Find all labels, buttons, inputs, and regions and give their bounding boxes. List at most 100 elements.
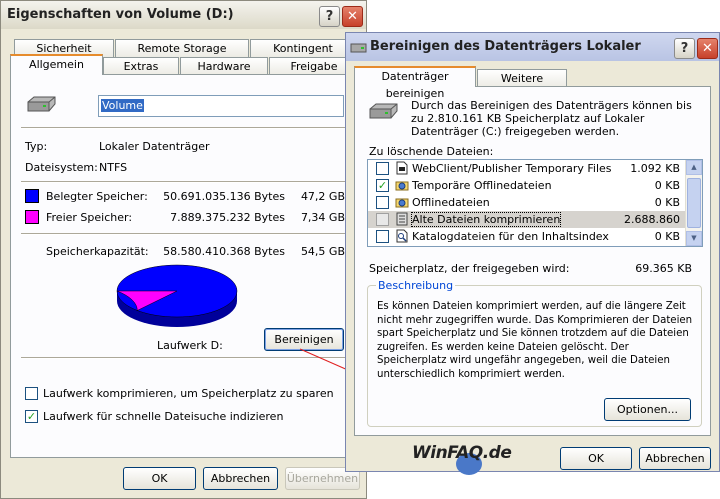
options-button[interactable]: Optionen...: [604, 398, 691, 421]
tab-label: Extras: [123, 60, 159, 73]
help-button[interactable]: ?: [319, 6, 340, 27]
help-button[interactable]: ?: [674, 38, 695, 59]
tab-label: Freigabe: [290, 60, 338, 73]
item-checkbox[interactable]: ✓: [376, 179, 389, 192]
tab-datentraeger-bereinigen[interactable]: Datenträger bereinigen: [354, 66, 476, 100]
divider: [21, 357, 349, 359]
offline-folder-icon: [395, 181, 409, 191]
volume-name-text: Volume: [101, 99, 144, 112]
cleanup-panel: Durch das Bereinigen des Datenträgers kö…: [354, 86, 711, 436]
drive-icon: [369, 103, 398, 119]
properties-title: Eigenschaften von Volume (D:): [7, 7, 234, 22]
tab-label: Hardware: [197, 60, 251, 73]
compress-checkbox[interactable]: [25, 387, 38, 400]
cancel-label: Abbrechen: [210, 472, 271, 485]
free-gb: 7,34 GB: [300, 211, 345, 224]
tab-weitere-optionen[interactable]: Weitere Optionen: [477, 69, 567, 102]
compress-icon: [396, 212, 408, 226]
divider: [21, 181, 349, 183]
cancel-label: Abbrechen: [645, 452, 705, 465]
cancel-button[interactable]: Abbrechen: [639, 447, 711, 470]
free-color-swatch: [25, 210, 39, 224]
compress-checkbox-label[interactable]: Laufwerk komprimieren, um Speicherplatz …: [43, 387, 334, 400]
item-checkbox[interactable]: [376, 213, 389, 226]
tab-label: Remote Storage: [137, 42, 227, 55]
general-panel: Volume Typ: Lokaler Datenträger Dateisys…: [10, 74, 358, 458]
properties-titlebar[interactable]: Eigenschaften von Volume (D:): [1, 1, 366, 29]
options-button-label: Optionen...: [617, 403, 678, 416]
cleanup-button-label: Bereinigen: [274, 333, 334, 346]
ok-label: OK: [588, 452, 604, 465]
tab-hardware[interactable]: Hardware: [180, 57, 268, 75]
type-label: Typ:: [25, 140, 48, 153]
close-button[interactable]: ✕: [342, 6, 363, 27]
drive-label: Laufwerk D:: [157, 339, 223, 352]
list-item[interactable]: WebClient/Publisher Temporary Files 1.09…: [368, 160, 686, 177]
volume-name-input[interactable]: Volume: [98, 95, 344, 117]
cleanup-window: Bereinigen des Datenträgers Lokaler Date…: [345, 32, 720, 475]
index-checkbox[interactable]: ✓: [25, 410, 38, 423]
ok-button[interactable]: OK: [560, 447, 632, 470]
item-name: Katalogdateien für den Inhaltsindex: [412, 230, 609, 243]
capacity-label: Speicherkapazität:: [46, 245, 149, 258]
ok-label: OK: [151, 472, 168, 485]
search-file-icon: [396, 229, 408, 243]
scroll-up-arrow[interactable]: ▲: [686, 160, 702, 175]
cancel-button[interactable]: Abbrechen: [203, 467, 278, 490]
item-size: 0 KB: [654, 230, 680, 243]
item-checkbox[interactable]: [376, 196, 389, 209]
space-gain-label: Speicherplatz, der freigegeben wird:: [369, 262, 570, 275]
description-title: Beschreibung: [376, 279, 456, 292]
item-checkbox[interactable]: [376, 230, 389, 243]
disk-cleanup-icon: [350, 43, 367, 53]
list-item[interactable]: ✓ Temporäre Offlinedateien 0 KB: [368, 177, 686, 194]
list-item[interactable]: Alte Dateien komprimieren 2.688.860: [368, 211, 686, 228]
tab-remote-storage[interactable]: Remote Storage: [115, 39, 249, 57]
tab-allgemein[interactable]: Allgemein: [10, 54, 103, 75]
apply-label: Übernehmen: [286, 472, 359, 485]
cleanup-titlebar[interactable]: Bereinigen des Datenträgers Lokaler Date…: [346, 33, 719, 82]
item-name: Offlinedateien: [412, 196, 490, 209]
winfaq-logo: WinFAQ.de: [412, 443, 542, 477]
item-checkbox[interactable]: [376, 162, 389, 175]
cleanup-button[interactable]: Bereinigen: [264, 328, 344, 351]
filesystem-value: NTFS: [99, 161, 128, 174]
item-name: Temporäre Offlinedateien: [412, 179, 552, 192]
drive-icon: [27, 96, 56, 112]
list-item[interactable]: Katalogdateien für den Inhaltsindex 0 KB: [368, 228, 686, 245]
divider: [21, 233, 349, 235]
tab-label: Kontingent: [273, 42, 333, 55]
description-text: Es können Dateien komprimiert werden, au…: [377, 301, 693, 380]
used-bytes: 50.691.035.136 Bytes: [163, 190, 285, 203]
list-item[interactable]: Offlinedateien 0 KB: [368, 194, 686, 211]
offline-folder-icon: [395, 198, 409, 208]
scroll-thumb[interactable]: [687, 178, 701, 228]
free-label: Freier Speicher:: [46, 211, 133, 224]
tab-label: Datenträger bereinigen: [381, 70, 449, 100]
tab-extras[interactable]: Extras: [103, 57, 179, 75]
item-name: Alte Dateien komprimieren: [410, 212, 562, 227]
list-scrollbar[interactable]: ▲ ▼: [685, 160, 702, 246]
divider: [21, 127, 349, 129]
file-list[interactable]: WebClient/Publisher Temporary Files 1.09…: [367, 159, 703, 247]
cleanup-intro: Durch das Bereinigen des Datenträgers kö…: [411, 99, 692, 138]
scroll-down-arrow[interactable]: ▼: [686, 231, 702, 246]
close-button[interactable]: ✕: [697, 38, 718, 59]
item-size: 0 KB: [654, 179, 680, 192]
item-size: 0 KB: [654, 196, 680, 209]
ok-button[interactable]: OK: [123, 467, 196, 490]
files-to-delete-label: Zu löschende Dateien:: [369, 145, 494, 158]
type-value: Lokaler Datenträger: [99, 140, 210, 153]
logo-text: WinFAQ.de: [412, 443, 512, 463]
index-checkbox-label[interactable]: Laufwerk für schnelle Dateisuche indizie…: [43, 410, 283, 423]
free-bytes: 7.889.375.232 Bytes: [170, 211, 285, 224]
disk-usage-pie: [116, 264, 238, 327]
used-label: Belegter Speicher:: [46, 190, 148, 203]
used-color-swatch: [25, 189, 39, 203]
filesystem-label: Dateisystem:: [25, 161, 98, 174]
tab-kontingent[interactable]: Kontingent: [250, 39, 356, 57]
file-icon: [396, 161, 408, 175]
properties-window: Eigenschaften von Volume (D:) ? ✕ Sicher…: [0, 0, 367, 499]
space-gain-value: 69.365 KB: [635, 262, 692, 275]
file-list-rows: WebClient/Publisher Temporary Files 1.09…: [368, 160, 686, 246]
